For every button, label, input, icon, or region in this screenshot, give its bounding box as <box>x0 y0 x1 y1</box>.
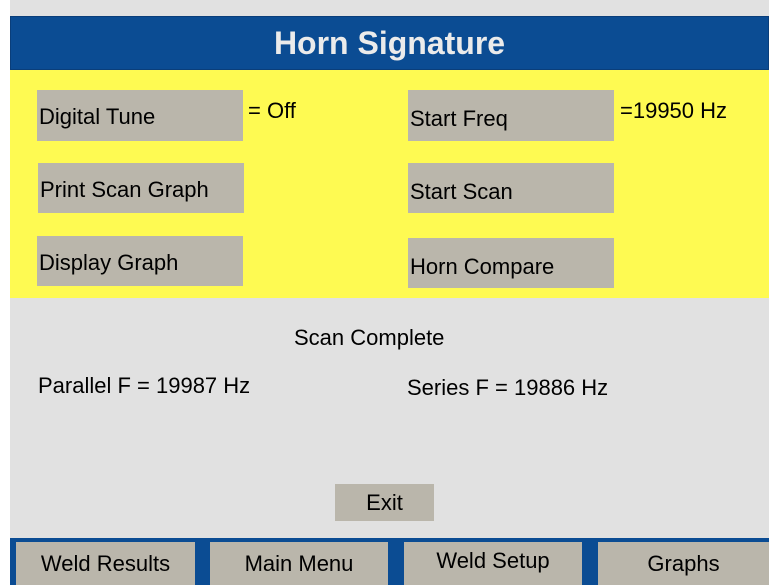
exit-button[interactable]: Exit <box>335 484 434 521</box>
parallel-frequency: Parallel F = 19987 Hz <box>38 373 251 398</box>
tab-graphs[interactable]: Graphs <box>598 542 769 585</box>
page-title: Horn Signature <box>10 16 769 70</box>
tab-main-menu[interactable]: Main Menu <box>210 542 388 585</box>
horn-compare-button[interactable]: Horn Compare <box>408 238 614 288</box>
start-freq-button[interactable]: Start Freq <box>408 90 614 141</box>
start-scan-button[interactable]: Start Scan <box>408 163 614 213</box>
tab-weld-setup[interactable]: Weld Setup <box>404 542 582 585</box>
display-graph-label: Display Graph <box>39 250 179 275</box>
horn-compare-label: Horn Compare <box>410 254 555 279</box>
print-scan-graph-button[interactable]: Print Scan Graph <box>38 163 244 213</box>
start-freq-label: Start Freq <box>410 106 508 131</box>
start-scan-label: Start Scan <box>410 179 513 204</box>
digital-tune-label: Digital Tune <box>39 104 156 129</box>
tab-weld-results[interactable]: Weld Results <box>16 542 195 585</box>
print-scan-graph-label: Print Scan Graph <box>40 177 209 202</box>
series-frequency: Series F = 19886 Hz <box>407 375 609 400</box>
digital-tune-button[interactable]: Digital Tune <box>37 90 243 141</box>
digital-tune-value: = Off <box>248 98 296 123</box>
display-graph-button[interactable]: Display Graph <box>37 236 243 286</box>
scan-status: Scan Complete <box>294 325 445 350</box>
start-freq-value: =19950 Hz <box>620 98 728 123</box>
